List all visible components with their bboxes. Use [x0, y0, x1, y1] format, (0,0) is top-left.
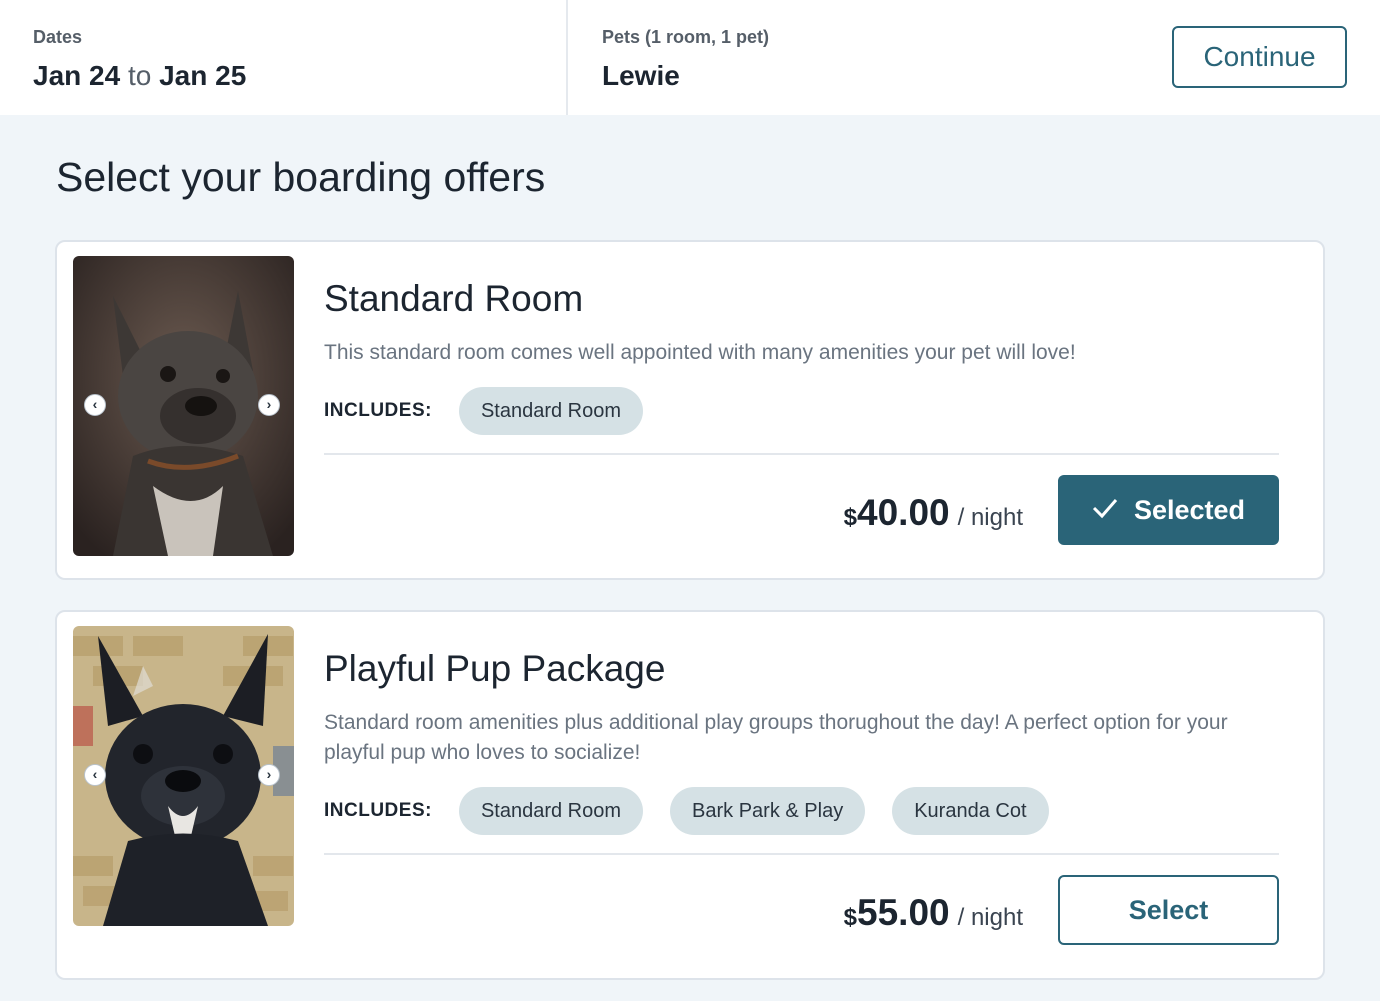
offer-includes: INCLUDES: Standard Room	[324, 387, 670, 435]
price-currency: $	[843, 904, 858, 931]
price-unit: / night	[957, 904, 1023, 931]
offer-photo-carousel[interactable]: ‹ ›	[73, 626, 294, 926]
page-title: Select your boarding offers	[56, 154, 546, 200]
includes-label: INCLUDES:	[324, 400, 432, 421]
offer-price: $ 55.00 / night	[844, 892, 1023, 934]
chevron-right-icon[interactable]: ›	[258, 394, 280, 416]
offer-card-playful-pup-package: ‹ › Playful Pup Package Standard room am…	[55, 610, 1325, 980]
offer-includes: INCLUDES: Standard Room Bark Park & Play…	[324, 787, 1076, 835]
dates-label: Dates	[33, 27, 83, 47]
chevron-right-icon[interactable]: ›	[258, 764, 280, 786]
pets-value: Lewie	[602, 60, 680, 91]
select-button[interactable]: Select	[1058, 875, 1279, 945]
includes-chip: Standard Room	[458, 387, 644, 435]
includes-chip: Bark Park & Play	[670, 787, 866, 835]
divider	[324, 453, 1279, 455]
includes-chip: Standard Room	[458, 787, 644, 835]
dates-summary[interactable]: Dates Jan 24 to Jan 25	[0, 0, 568, 115]
divider	[324, 853, 1279, 855]
offer-price: $ 40.00 / night	[844, 492, 1023, 534]
offer-title: Standard Room	[324, 278, 584, 319]
offer-description: This standard room comes well appointed …	[324, 341, 1076, 364]
price-amount: 55.00	[857, 892, 950, 933]
continue-button[interactable]: Continue	[1172, 26, 1347, 88]
dates-value: Jan 24 to Jan 25	[33, 60, 246, 92]
booking-summary-header: Dates Jan 24 to Jan 25 Pets (1 room, 1 p…	[0, 0, 1380, 115]
price-currency: $	[843, 504, 858, 531]
date-end: Jan 25	[159, 60, 247, 91]
offer-photo-carousel[interactable]: ‹ ›	[73, 256, 294, 556]
offer-title: Playful Pup Package	[324, 648, 666, 689]
offer-description: Standard room amenities plus additional …	[324, 711, 1228, 764]
date-to: to	[127, 60, 152, 91]
offer-card-standard-room: ‹ › Standard Room This standard room com…	[55, 240, 1325, 580]
chevron-left-icon[interactable]: ‹	[84, 394, 106, 416]
includes-label: INCLUDES:	[324, 800, 432, 821]
checkmark-icon	[1092, 495, 1118, 526]
date-start: Jan 24	[33, 60, 121, 91]
selected-button[interactable]: Selected	[1058, 475, 1279, 545]
selected-button-label: Selected	[1133, 494, 1246, 525]
price-amount: 40.00	[857, 492, 950, 533]
chevron-left-icon[interactable]: ‹	[84, 764, 106, 786]
pets-label: Pets (1 room, 1 pet)	[602, 27, 770, 47]
price-unit: / night	[957, 504, 1023, 531]
includes-chip: Kuranda Cot	[892, 787, 1049, 835]
pets-summary[interactable]: Pets (1 room, 1 pet) Lewie	[570, 0, 1130, 115]
